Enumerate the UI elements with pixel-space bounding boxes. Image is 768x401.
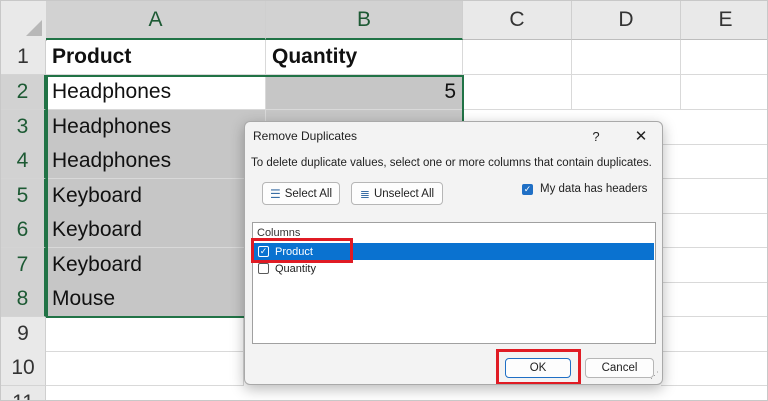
cell-a1[interactable]: Product xyxy=(46,40,266,75)
row-header-7[interactable]: 7 xyxy=(1,248,46,283)
checkbox-unchecked-icon[interactable] xyxy=(258,263,269,274)
cell-e3[interactable] xyxy=(661,110,767,145)
cell-b2[interactable]: 5 xyxy=(266,75,463,110)
cell-a3[interactable]: Headphones xyxy=(46,110,266,145)
select-all-label: Select All xyxy=(284,187,333,200)
select-all-button[interactable]: ☰ Select All xyxy=(262,182,340,205)
cell-a7[interactable]: Keyboard xyxy=(46,248,266,283)
row-header-4[interactable]: 4 xyxy=(1,144,46,179)
cell-e5[interactable] xyxy=(661,179,767,214)
column-header-a[interactable]: A xyxy=(46,1,266,40)
cell-row-11[interactable] xyxy=(46,386,767,400)
column-header-d[interactable]: D xyxy=(572,1,681,40)
my-data-has-headers-checkbox[interactable]: ✓ My data has headers xyxy=(522,183,647,195)
checkbox-checked-icon[interactable]: ✓ xyxy=(258,246,269,257)
cell-e10[interactable] xyxy=(661,351,767,386)
cell-e7[interactable] xyxy=(661,248,767,283)
excel-window: A B C D E 1 2 3 4 5 6 7 8 9 10 11 Produc… xyxy=(0,0,768,401)
cell-d1[interactable] xyxy=(572,40,681,75)
corner-triangle-icon xyxy=(26,20,42,36)
column-header-b[interactable]: B xyxy=(266,1,463,40)
checklist-icon: ☰ xyxy=(269,186,281,201)
row-header-10[interactable]: 10 xyxy=(1,351,46,386)
cell-e6[interactable] xyxy=(661,213,767,248)
cell-a5[interactable]: Keyboard xyxy=(46,179,266,214)
remove-duplicates-dialog: Remove Duplicates ? ✕ To delete duplicat… xyxy=(244,121,663,385)
cell-a4[interactable]: Headphones xyxy=(46,144,266,179)
row-header-3[interactable]: 3 xyxy=(1,110,46,145)
cell-e4[interactable] xyxy=(661,144,767,179)
close-icon[interactable]: ✕ xyxy=(630,126,652,146)
cell-a2[interactable]: Headphones xyxy=(46,75,266,110)
unselect-all-label: Unselect All xyxy=(373,187,435,200)
row-header-5[interactable]: 5 xyxy=(1,179,46,214)
my-data-has-headers-label: My data has headers xyxy=(540,183,648,195)
cell-a9[interactable] xyxy=(46,317,244,352)
dialog-instruction: To delete duplicate values, select one o… xyxy=(251,157,652,169)
row-header-2[interactable]: 2 xyxy=(1,75,46,110)
dialog-title: Remove Duplicates xyxy=(253,129,358,143)
list-icon: ≣ xyxy=(359,186,370,201)
cell-e9[interactable] xyxy=(661,317,767,352)
checkbox-checked-icon: ✓ xyxy=(522,183,533,195)
column-item-label: Quantity xyxy=(275,262,316,275)
resize-grip-icon[interactable]: ⋰ xyxy=(650,370,659,381)
cell-a6[interactable]: Keyboard xyxy=(46,213,266,248)
cell-a10[interactable] xyxy=(46,351,244,386)
row-header-9[interactable]: 9 xyxy=(1,317,46,352)
column-header-e[interactable]: E xyxy=(681,1,767,40)
row-header-11[interactable]: 11 xyxy=(1,386,46,400)
cell-c1[interactable] xyxy=(463,40,572,75)
cell-d2[interactable] xyxy=(572,75,681,110)
help-button[interactable]: ? xyxy=(585,126,607,146)
columns-listbox[interactable]: Columns ✓ Product Quantity xyxy=(252,222,656,344)
column-item-label: Product xyxy=(275,245,313,258)
columns-list-header: Columns xyxy=(257,227,301,239)
column-header-c[interactable]: C xyxy=(463,1,572,40)
cell-e8[interactable] xyxy=(661,282,767,317)
cancel-button[interactable]: Cancel xyxy=(585,358,654,378)
cell-c2[interactable] xyxy=(463,75,572,110)
ok-button[interactable]: OK xyxy=(505,358,571,378)
select-all-corner[interactable] xyxy=(1,1,47,41)
cell-e1[interactable] xyxy=(681,40,767,75)
cell-a8[interactable]: Mouse xyxy=(46,282,266,317)
cell-b1[interactable]: Quantity xyxy=(266,40,463,75)
column-item-quantity[interactable]: Quantity xyxy=(254,260,654,277)
unselect-all-button[interactable]: ≣ Unselect All xyxy=(351,182,443,205)
column-item-product[interactable]: ✓ Product xyxy=(254,243,654,260)
row-header-1[interactable]: 1 xyxy=(1,40,46,75)
row-header-8[interactable]: 8 xyxy=(1,282,46,317)
row-header-6[interactable]: 6 xyxy=(1,213,46,248)
cell-e2[interactable] xyxy=(681,75,767,110)
